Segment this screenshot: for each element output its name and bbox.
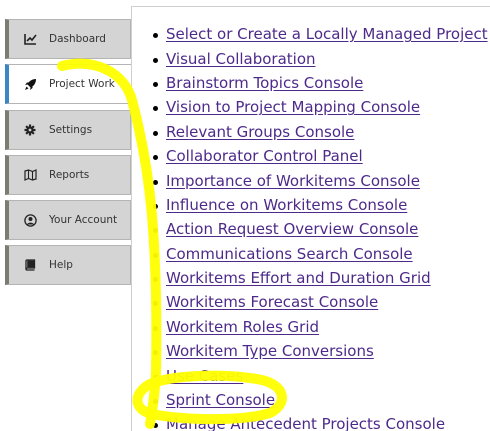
sidebar-item-project-work[interactable]: Project Work bbox=[5, 64, 132, 104]
bullet bbox=[153, 350, 158, 356]
link-relevant-groups-console[interactable]: Relevant Groups Console bbox=[166, 123, 354, 141]
bullet bbox=[153, 277, 158, 283]
sidebar-item-label: Your Account bbox=[49, 214, 118, 226]
sidebar-item-label: Reports bbox=[49, 169, 90, 181]
map-icon bbox=[23, 168, 37, 182]
link-influence-on-workitems[interactable]: Influence on Workitems Console bbox=[166, 196, 407, 214]
link-workitem-type-conversions[interactable]: Workitem Type Conversions bbox=[166, 342, 374, 360]
list-item: Workitem Roles Grid bbox=[153, 315, 488, 339]
list-item: Workitems Forecast Console bbox=[153, 290, 488, 314]
bullet bbox=[153, 155, 158, 161]
link-workitem-roles-grid[interactable]: Workitem Roles Grid bbox=[166, 318, 319, 336]
list-item: Workitems Effort and Duration Grid bbox=[153, 266, 488, 290]
link-workitems-forecast-console[interactable]: Workitems Forecast Console bbox=[166, 293, 378, 311]
content-panel: Select or Create a Locally Managed Proje… bbox=[131, 6, 490, 431]
user-circle-icon bbox=[23, 213, 37, 227]
list-item: Manage Antecedent Projects Console bbox=[153, 412, 488, 431]
link-importance-of-workitems[interactable]: Importance of Workitems Console bbox=[166, 172, 420, 190]
link-action-request-overview[interactable]: Action Request Overview Console bbox=[166, 220, 418, 238]
bullet bbox=[153, 179, 158, 185]
bullet bbox=[153, 81, 158, 87]
list-item: Vision to Project Mapping Console bbox=[153, 95, 488, 119]
chart-line-icon bbox=[23, 32, 37, 46]
link-use-cases[interactable]: Use Cases bbox=[166, 367, 243, 385]
list-item: Sprint Console bbox=[153, 388, 488, 412]
bullet bbox=[153, 130, 158, 136]
link-brainstorm-topics-console[interactable]: Brainstorm Topics Console bbox=[166, 74, 363, 92]
list-item: Importance of Workitems Console bbox=[153, 168, 488, 192]
sidebar-item-label: Settings bbox=[49, 124, 93, 136]
link-manage-antecedent-projects[interactable]: Manage Antecedent Projects Console bbox=[166, 415, 445, 431]
bullet bbox=[153, 57, 158, 63]
bullet bbox=[153, 33, 158, 39]
link-visual-collaboration[interactable]: Visual Collaboration bbox=[166, 50, 316, 68]
console-link-list: Select or Create a Locally Managed Proje… bbox=[153, 22, 488, 431]
sidebar-nav: Dashboard Project Work Settings Reports … bbox=[0, 0, 132, 431]
sidebar-item-dashboard[interactable]: Dashboard bbox=[5, 19, 131, 59]
link-collaborator-control-panel[interactable]: Collaborator Control Panel bbox=[166, 147, 363, 165]
sidebar-item-reports[interactable]: Reports bbox=[5, 155, 131, 195]
link-sprint-console[interactable]: Sprint Console bbox=[166, 391, 275, 409]
list-item: Select or Create a Locally Managed Proje… bbox=[153, 22, 488, 46]
bullet bbox=[153, 423, 158, 429]
sidebar-item-your-account[interactable]: Your Account bbox=[5, 200, 131, 240]
list-item: Visual Collaboration bbox=[153, 46, 488, 70]
list-item: Relevant Groups Console bbox=[153, 120, 488, 144]
sidebar-item-help[interactable]: Help bbox=[5, 245, 131, 285]
bullet bbox=[153, 203, 158, 209]
list-item: Use Cases bbox=[153, 363, 488, 387]
sidebar-item-label: Project Work bbox=[49, 78, 115, 90]
bullet bbox=[153, 301, 158, 307]
sidebar-item-label: Dashboard bbox=[49, 33, 106, 45]
link-workitems-effort-duration-grid[interactable]: Workitems Effort and Duration Grid bbox=[166, 269, 431, 287]
sidebar-item-label: Help bbox=[49, 259, 73, 271]
bullet bbox=[153, 325, 158, 331]
list-item: Collaborator Control Panel bbox=[153, 144, 488, 168]
link-vision-to-project-mapping[interactable]: Vision to Project Mapping Console bbox=[166, 98, 420, 116]
bullet bbox=[153, 252, 158, 258]
list-item: Influence on Workitems Console bbox=[153, 193, 488, 217]
gear-icon bbox=[23, 123, 37, 137]
bullet bbox=[153, 228, 158, 234]
link-select-or-create-project[interactable]: Select or Create a Locally Managed Proje… bbox=[166, 25, 488, 43]
bullet bbox=[153, 399, 158, 405]
list-item: Workitem Type Conversions bbox=[153, 339, 488, 363]
list-item: Communications Search Console bbox=[153, 242, 488, 266]
sidebar-item-settings[interactable]: Settings bbox=[5, 110, 131, 150]
link-communications-search[interactable]: Communications Search Console bbox=[166, 245, 413, 263]
rocket-icon bbox=[23, 77, 37, 91]
bullet bbox=[153, 374, 158, 380]
book-icon bbox=[23, 258, 37, 272]
list-item: Action Request Overview Console bbox=[153, 217, 488, 241]
bullet bbox=[153, 106, 158, 112]
list-item: Brainstorm Topics Console bbox=[153, 71, 488, 95]
